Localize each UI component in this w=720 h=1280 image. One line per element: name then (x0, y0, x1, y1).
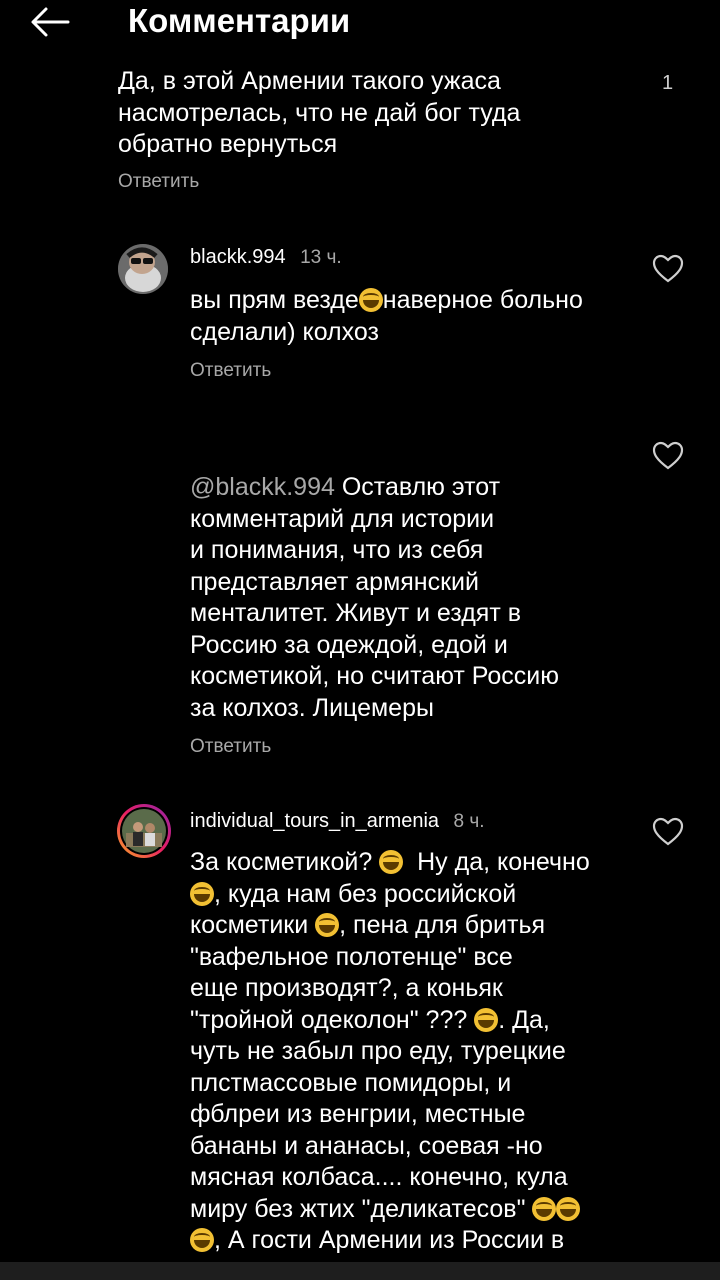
top-bar: Комментарии (0, 0, 720, 44)
grinning-face-emoji-icon (190, 1228, 214, 1252)
heart-icon[interactable] (652, 817, 684, 847)
timestamp: 8 ч. (453, 811, 485, 832)
bottom-edge (0, 1262, 720, 1280)
page-title: Комментарии (128, 2, 351, 39)
avatar[interactable] (116, 803, 172, 859)
comment-meta: blackk.994 13 ч. (190, 246, 342, 269)
timestamp: 13 ч. (300, 247, 342, 268)
avatar[interactable] (118, 244, 168, 294)
grinning-face-emoji-icon (315, 913, 340, 937)
back-arrow-icon[interactable] (28, 4, 72, 40)
grinning-face-emoji-icon (379, 850, 404, 874)
grinning-face-emoji-icon (474, 1007, 499, 1032)
grinning-face-emoji-icon (556, 1196, 581, 1221)
comment-text: вы прям везде наверное больно сделали) ко… (190, 286, 583, 346)
comment-text: Да, в этой Армении такого ужаса насмотре… (118, 67, 521, 158)
mention-link[interactable]: @blackk.994 (190, 473, 335, 501)
like-count: 1 (662, 72, 674, 94)
reply-button[interactable]: Ответить (190, 736, 271, 758)
reply-button[interactable]: Ответить (190, 360, 271, 382)
comment-meta: individual_tours_in_armenia 8 ч. (190, 810, 485, 833)
username[interactable]: blackk.994 (190, 246, 286, 268)
comment-text: @blackk.994 Оставлю этот комментарий для… (190, 473, 560, 722)
reply-button[interactable]: Ответить (118, 171, 199, 193)
comment-text: За косметикой? Ну да, конечно , куда нам… (190, 848, 590, 1254)
heart-icon[interactable] (652, 254, 684, 284)
heart-icon[interactable] (652, 441, 684, 471)
grinning-face-emoji-icon (532, 1196, 557, 1221)
username[interactable]: individual_tours_in_armenia (190, 810, 439, 832)
grinning-face-emoji-icon (358, 288, 383, 312)
grinning-face-emoji-icon (190, 881, 214, 906)
